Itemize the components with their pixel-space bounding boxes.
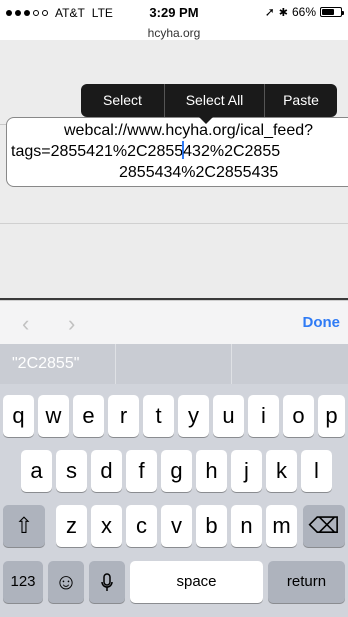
select-button[interactable]: Select — [81, 84, 164, 117]
select-all-button[interactable]: Select All — [164, 84, 264, 117]
key-a[interactable]: a — [21, 450, 52, 492]
key-i[interactable]: i — [248, 395, 279, 437]
chevron-right-icon[interactable]: › — [68, 311, 75, 337]
suggestion-item[interactable] — [115, 344, 231, 384]
key-n[interactable]: n — [231, 505, 262, 547]
microphone-icon[interactable] — [89, 561, 125, 603]
bluetooth-icon: ✱ — [278, 6, 288, 19]
suggestion-bar: "2C2855" — [0, 344, 348, 384]
edit-menu: Select Select All Paste — [81, 84, 337, 124]
suggestion-item[interactable] — [231, 344, 348, 384]
emoji-key[interactable]: ☺ — [48, 561, 84, 603]
keyboard: q w e r t y u i o p a s d f g h j k l ⇧ … — [0, 384, 348, 617]
key-o[interactable]: o — [283, 395, 314, 437]
key-c[interactable]: c — [126, 505, 157, 547]
battery-percent: 66% — [291, 5, 316, 19]
url-field-line: webcal://www.hcyha.org/ical_feed? — [64, 122, 314, 139]
key-v[interactable]: v — [161, 505, 192, 547]
key-b[interactable]: b — [196, 505, 227, 547]
key-k[interactable]: k — [266, 450, 297, 492]
battery-fill — [322, 9, 334, 15]
battery-icon — [320, 7, 344, 17]
key-s[interactable]: s — [56, 450, 87, 492]
url-field-line: 2855434%2C2855435 — [119, 164, 279, 181]
status-right: ➚ ✱ 66% — [264, 5, 344, 19]
key-f[interactable]: f — [126, 450, 157, 492]
key-y[interactable]: y — [178, 395, 209, 437]
key-d[interactable]: d — [91, 450, 122, 492]
key-q[interactable]: q — [3, 395, 34, 437]
chevron-left-icon[interactable]: ‹ — [22, 311, 29, 337]
divider — [0, 223, 348, 224]
key-h[interactable]: h — [196, 450, 227, 492]
key-m[interactable]: m — [266, 505, 297, 547]
key-g[interactable]: g — [161, 450, 192, 492]
numbers-key[interactable]: 123 — [3, 561, 43, 603]
key-l[interactable]: l — [301, 450, 332, 492]
url-field-line: tags=2855421%2C2855432%2C2855 — [7, 141, 348, 162]
keyboard-toolbar: ‹ › Done — [0, 300, 348, 344]
url-field-text: 432%2C2855 — [183, 143, 281, 160]
done-button[interactable]: Done — [303, 314, 341, 331]
key-j[interactable]: j — [231, 450, 262, 492]
delete-key[interactable]: ⌫ — [303, 505, 345, 547]
address-bar[interactable]: hcyha.org — [0, 26, 348, 40]
key-r[interactable]: r — [108, 395, 139, 437]
paste-button[interactable]: Paste — [264, 84, 337, 117]
status-bar: AT&T LTE 3:29 PM ➚ ✱ 66% — [0, 0, 348, 20]
space-key[interactable]: space — [130, 561, 263, 603]
url-text-field[interactable]: webcal://www.hcyha.org/ical_feed? tags=2… — [6, 117, 348, 187]
key-e[interactable]: e — [73, 395, 104, 437]
shift-key[interactable]: ⇧ — [3, 505, 45, 547]
key-w[interactable]: w — [38, 395, 69, 437]
key-p[interactable]: p — [318, 395, 345, 437]
key-x[interactable]: x — [91, 505, 122, 547]
key-z[interactable]: z — [56, 505, 87, 547]
menu-pointer — [199, 117, 213, 124]
key-u[interactable]: u — [213, 395, 244, 437]
location-icon: ➚ — [264, 5, 275, 19]
key-t[interactable]: t — [143, 395, 174, 437]
url-field-text: tags=2855421%2C2855 — [11, 143, 184, 160]
return-key[interactable]: return — [268, 561, 345, 603]
suggestion-item[interactable]: "2C2855" — [0, 344, 115, 384]
